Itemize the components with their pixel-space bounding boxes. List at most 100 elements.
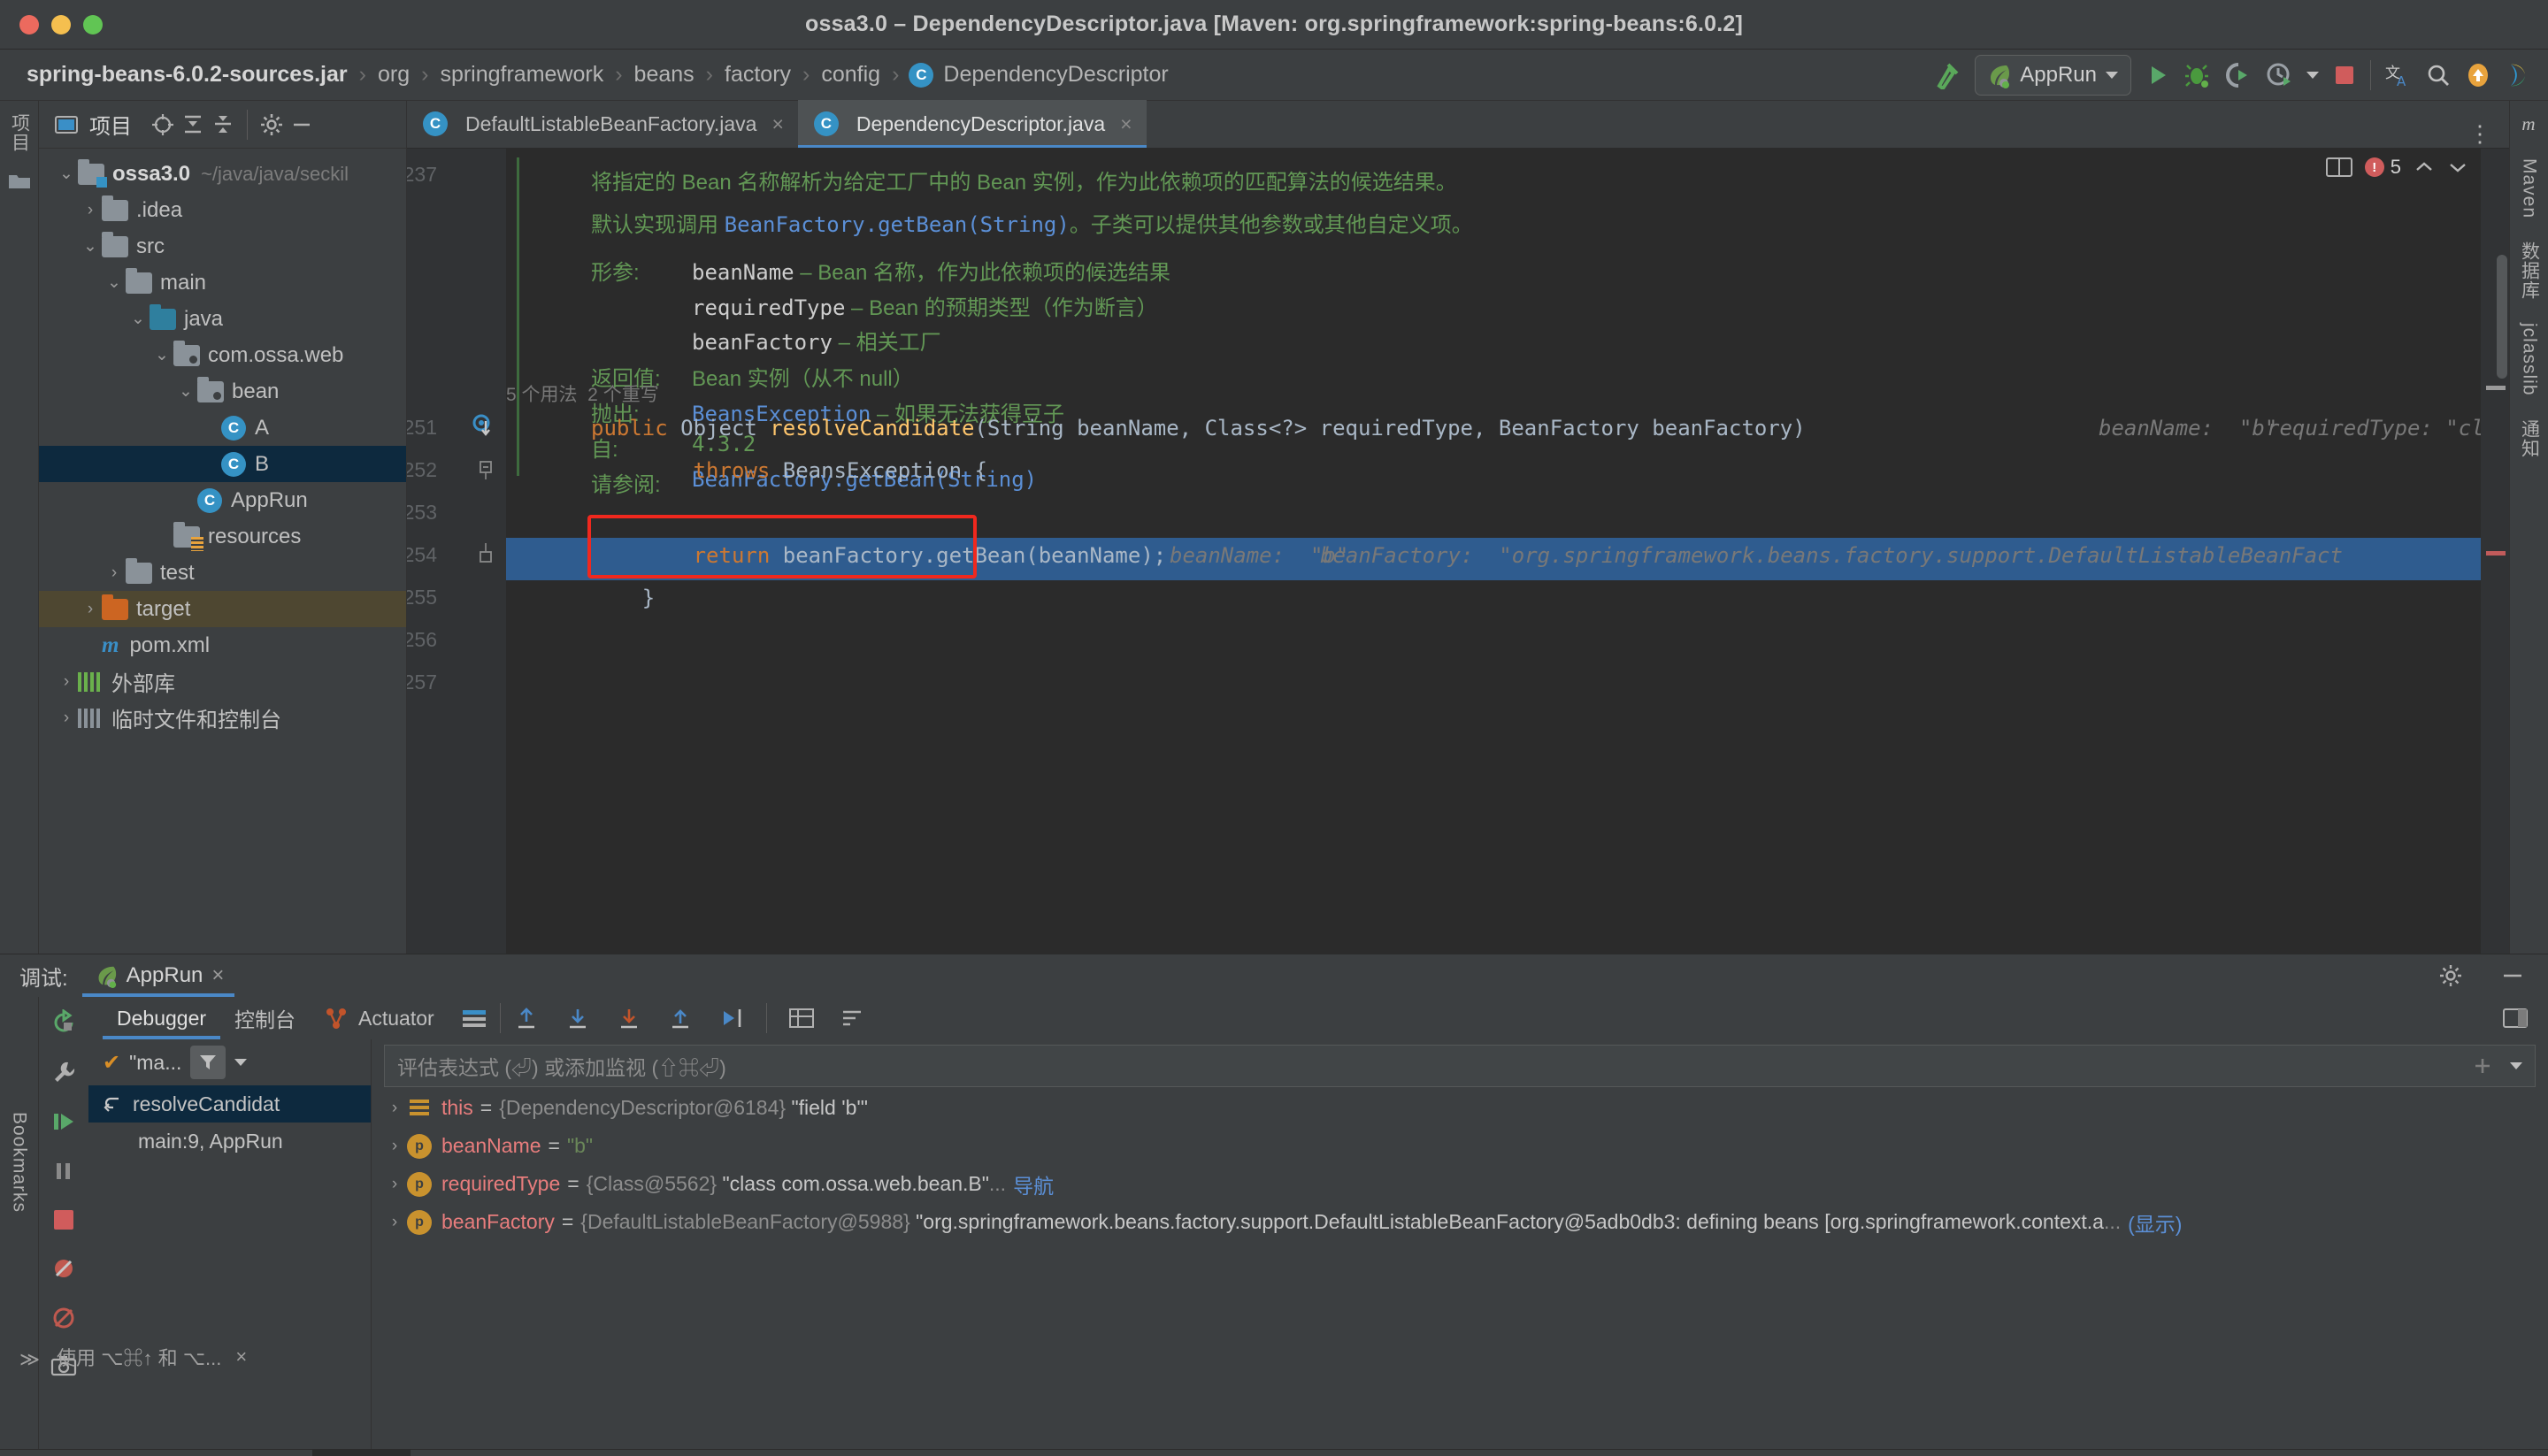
frame-row-resolvecandidate[interactable]: resolveCandidat	[88, 1085, 371, 1123]
sidebar-item-project-label[interactable]: 项目	[6, 113, 33, 152]
debug-icon[interactable]	[2184, 62, 2211, 88]
translate-icon[interactable]: 文A	[2385, 62, 2412, 88]
expand-arrow-icon[interactable]: ›	[382, 1213, 407, 1232]
tab-console[interactable]: 控制台	[220, 997, 310, 1039]
locate-icon[interactable]	[148, 110, 178, 140]
tree-node-com-ossa-web[interactable]: ⌄ com.ossa.web	[39, 337, 406, 373]
stripe-mark[interactable]	[2486, 386, 2506, 390]
tool-window-spring[interactable]: Spring	[1094, 1450, 1210, 1456]
stop-icon[interactable]	[2333, 64, 2356, 87]
breadcrumb-item-org[interactable]: org	[376, 62, 411, 88]
tree-node-java[interactable]: ⌄ java	[39, 301, 406, 337]
close-tab-icon[interactable]: ×	[1120, 112, 1132, 136]
chevron-down-icon[interactable]: ⌄	[103, 272, 126, 293]
chevron-down-icon[interactable]	[2306, 71, 2319, 79]
tab-actuator[interactable]: Actuator	[310, 997, 449, 1039]
breadcrumb-item-config[interactable]: config	[819, 62, 882, 88]
chevron-down-icon[interactable]: ⌄	[127, 309, 150, 329]
settings-wrench-icon[interactable]	[50, 1059, 77, 1085]
window-controls[interactable]	[19, 0, 103, 50]
sidebar-item-notifications[interactable]: 通知	[2516, 419, 2543, 458]
maximize-window-button[interactable]	[83, 15, 103, 34]
profiler-icon[interactable]	[2266, 62, 2292, 88]
tree-node-src[interactable]: ⌄ src	[39, 228, 406, 264]
chevron-right-icon[interactable]: ›	[79, 201, 102, 220]
step-out-icon[interactable]	[501, 1006, 552, 1031]
variable-row-beanfactory[interactable]: › p beanFactory = {DefaultListableBeanFactor…	[372, 1203, 2548, 1241]
stop-red-icon[interactable]	[51, 1207, 76, 1232]
tree-node-pom-xml[interactable]: m pom.xml	[39, 627, 406, 663]
layout-icon[interactable]	[449, 1008, 500, 1029]
run-configuration-selector[interactable]: AppRun	[1975, 54, 2131, 96]
tree-node-apprun[interactable]: C AppRun	[39, 482, 406, 518]
minimize-window-button[interactable]	[51, 15, 71, 34]
variable-row-this[interactable]: › this = {DependencyDescriptor@6184} "field…	[372, 1089, 2548, 1127]
method-override-gutter-icon[interactable]	[472, 414, 495, 441]
error-count-badge[interactable]: ! 5	[2364, 156, 2401, 179]
debug-side-toolbar[interactable]	[39, 997, 88, 1449]
editor-tab-dependencydescriptor[interactable]: C DependencyDescriptor.java ×	[797, 100, 1147, 148]
reader-mode-icon[interactable]	[2325, 156, 2352, 179]
search-everywhere-icon[interactable]	[2426, 63, 2451, 88]
tool-window-problems[interactable]: 问题	[996, 1450, 1094, 1456]
tool-window-dependencies[interactable]: 依赖项	[1407, 1450, 1525, 1456]
variable-action-link[interactable]: (显示)	[2128, 1207, 2182, 1238]
add-watch-icon[interactable]	[2471, 1054, 2494, 1077]
variable-action-link[interactable]: 导航	[1013, 1169, 1054, 1199]
force-step-into-icon[interactable]	[603, 1006, 655, 1031]
scrollbar-thumb[interactable]	[2497, 255, 2507, 379]
expand-hint-icon[interactable]: ≫	[19, 1348, 40, 1371]
tree-node-b[interactable]: CB	[39, 446, 406, 482]
chevron-down-icon[interactable]: ⌄	[55, 164, 78, 184]
hammer-icon[interactable]	[1934, 61, 1961, 89]
tree-node--idea[interactable]: › .idea	[39, 192, 406, 228]
minimize-icon[interactable]	[2500, 963, 2548, 988]
tree-node-a[interactable]: CA	[39, 410, 406, 446]
run-with-coverage-icon[interactable]	[2225, 62, 2252, 88]
sidebar-item-bookmarks[interactable]: Bookmarks	[9, 1112, 30, 1213]
breadcrumb[interactable]: spring-beans-6.0.2-sources.jar › org › s…	[25, 62, 1934, 88]
tree-node-test[interactable]: › test	[39, 555, 406, 591]
close-hint-icon[interactable]: ×	[235, 1345, 247, 1368]
tool-window-build[interactable]: 构建	[631, 1450, 729, 1456]
code-viewport[interactable]: 237 251 252 253 254 255 256 257 将指定的 Bea…	[407, 149, 2509, 954]
settings-gear-icon[interactable]	[2438, 963, 2486, 988]
usages-inlay-hint[interactable]: 5 个用法 2 个重写	[506, 380, 659, 407]
tree-node--[interactable]: › 外部库	[39, 663, 406, 700]
step-into-icon[interactable]	[552, 1006, 603, 1031]
close-window-button[interactable]	[19, 15, 39, 34]
folder-icon[interactable]	[8, 172, 31, 191]
chevron-down-icon[interactable]	[2447, 158, 2468, 176]
inspection-widget[interactable]: ! 5	[2325, 156, 2468, 179]
tree-node-resources[interactable]: resources	[39, 518, 406, 555]
editor-options-kebab-icon[interactable]: ⋮	[2452, 120, 2509, 148]
variable-row-requiredtype[interactable]: › p requiredType = {Class@5562} "class com.o…	[372, 1165, 2548, 1203]
project-tree[interactable]: ⌄ ossa3.0 ~/java/java/seckil › .idea ⌄ src ⌄ mai…	[39, 149, 406, 736]
ide-feature-icon[interactable]	[2506, 62, 2532, 88]
breadcrumb-item-class[interactable]: DependencyDescriptor	[941, 62, 1170, 88]
expand-all-icon[interactable]	[178, 110, 208, 140]
chevron-down-icon[interactable]: ⌄	[79, 236, 102, 257]
tool-window-endpoints[interactable]: 端点	[411, 1450, 509, 1456]
collapse-all-icon[interactable]	[208, 110, 238, 140]
error-stripe[interactable]	[2481, 149, 2509, 954]
code-text[interactable]: 将指定的 Bean 名称解析为给定工厂中的 Bean 实例，作为此依赖项的匹配算…	[506, 149, 2481, 954]
table-icon[interactable]	[776, 1007, 827, 1030]
tool-window-todo[interactable]: TODO	[729, 1450, 845, 1456]
chevron-right-icon[interactable]: ›	[79, 600, 102, 619]
sort-icon[interactable]	[827, 1007, 879, 1030]
fold-column[interactable]	[472, 149, 506, 954]
update-icon[interactable]	[2465, 62, 2491, 88]
chevron-down-icon[interactable]	[2106, 71, 2118, 79]
frame-row-main[interactable]: main:9, AppRun	[88, 1123, 371, 1160]
chevron-up-icon[interactable]	[2414, 158, 2435, 176]
chevron-right-icon[interactable]: ›	[103, 563, 126, 583]
tree-node-target[interactable]: › target	[39, 591, 406, 627]
debug-layout-settings-icon[interactable]	[2483, 1007, 2548, 1030]
breadcrumb-item-beans[interactable]: beans	[633, 62, 696, 88]
resume-icon[interactable]	[50, 1108, 77, 1135]
chevron-right-icon[interactable]: ›	[55, 672, 78, 692]
chevron-down-icon[interactable]	[2510, 1062, 2522, 1069]
sidebar-item-maven[interactable]: Maven	[2519, 158, 2540, 218]
tool-window-debug[interactable]: 调试	[312, 1449, 411, 1456]
